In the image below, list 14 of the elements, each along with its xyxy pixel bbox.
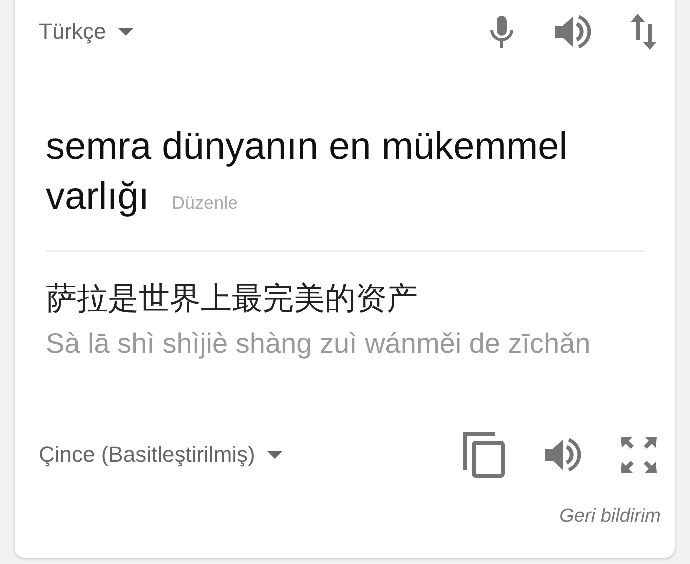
source-text: semra dünyanın en mükemmel varlığı Düzenle (45, 125, 569, 220)
caret-icon (118, 28, 134, 36)
caret-icon (267, 451, 284, 459)
speaker-icon[interactable] (543, 437, 581, 473)
microphone-icon[interactable] (489, 14, 515, 50)
swap-arrows-icon[interactable] (629, 13, 659, 51)
translated-text: 萨拉是世界上最完美的资产 (45, 280, 419, 318)
fullscreen-icon[interactable] (619, 435, 659, 475)
speaker-icon[interactable] (553, 14, 591, 50)
feedback-link[interactable]: Geri bildirim (560, 506, 661, 528)
source-language-dropdown[interactable]: Türkçe (39, 19, 134, 45)
target-language-dropdown[interactable]: Çince (Basitleştirilmiş) (39, 442, 284, 468)
romanization-text: Sà lā shì shìjiè shàng zuì wánměi de zīchǎn (45, 328, 592, 360)
copy-icon[interactable] (463, 432, 505, 478)
